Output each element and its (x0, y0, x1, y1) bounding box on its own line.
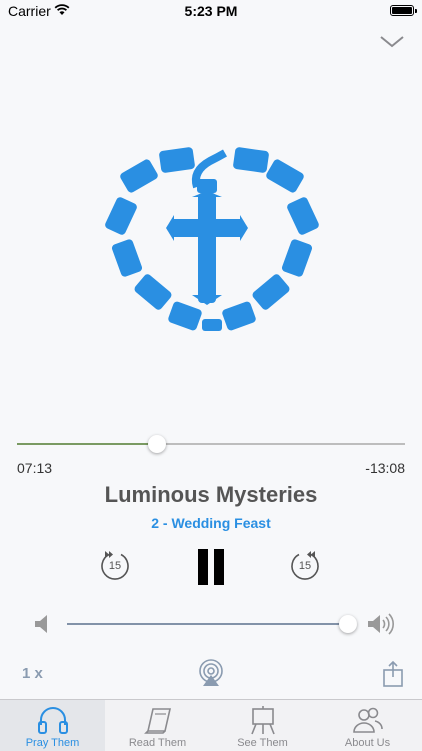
skip-forward-seconds: 15 (298, 560, 312, 572)
volume-slider[interactable] (67, 612, 358, 636)
pause-bar-right (214, 549, 224, 585)
playback-progress-slider[interactable] (17, 432, 405, 456)
tab-read-them[interactable]: Read Them (105, 700, 210, 751)
tab-label: About Us (344, 737, 391, 749)
skip-back-button[interactable]: 15 (97, 548, 133, 584)
volume-high-icon (368, 613, 394, 635)
battery-icon (390, 5, 417, 16)
volume-low-icon (35, 615, 47, 633)
clock: 5:23 PM (184, 3, 238, 19)
pause-bar-left (198, 549, 208, 585)
track-title: Luminous Mysteries (104, 482, 318, 507)
tab-see-them[interactable]: See Them (210, 700, 315, 751)
remaining-time: -13:08 (365, 460, 405, 476)
elapsed-time: 07:13 (17, 460, 53, 476)
skip-back-seconds: 15 (108, 560, 122, 572)
tab-bar: Pray Them Read Them See Them About Us (0, 699, 422, 751)
progress-fill (17, 443, 157, 445)
tab-about-us[interactable]: About Us (315, 700, 420, 751)
easel-icon (250, 706, 275, 735)
book-icon (143, 708, 171, 734)
tab-pray-them[interactable]: Pray Them (0, 700, 105, 751)
chevron-down-icon[interactable] (378, 30, 406, 52)
airplay-icon[interactable] (198, 659, 224, 687)
status-bar: Carrier 5:23 PM (0, 0, 422, 24)
people-icon (352, 707, 383, 733)
tab-label: See Them (237, 737, 288, 749)
volume-thumb[interactable] (339, 615, 358, 633)
volume-fill (67, 623, 349, 625)
pause-button[interactable] (195, 549, 227, 585)
skip-forward-button[interactable]: 15 (287, 548, 323, 584)
tab-label: Pray Them (25, 737, 80, 749)
track-subtitle: 2 - Wedding Feast (151, 515, 271, 531)
playback-speed-button[interactable]: 1 x (22, 665, 43, 682)
headphones-icon (37, 707, 68, 734)
tab-label: Read Them (128, 737, 187, 749)
progress-thumb[interactable] (147, 435, 166, 453)
rosary-heart-cross-icon (105, 147, 319, 331)
share-icon[interactable] (382, 660, 404, 688)
